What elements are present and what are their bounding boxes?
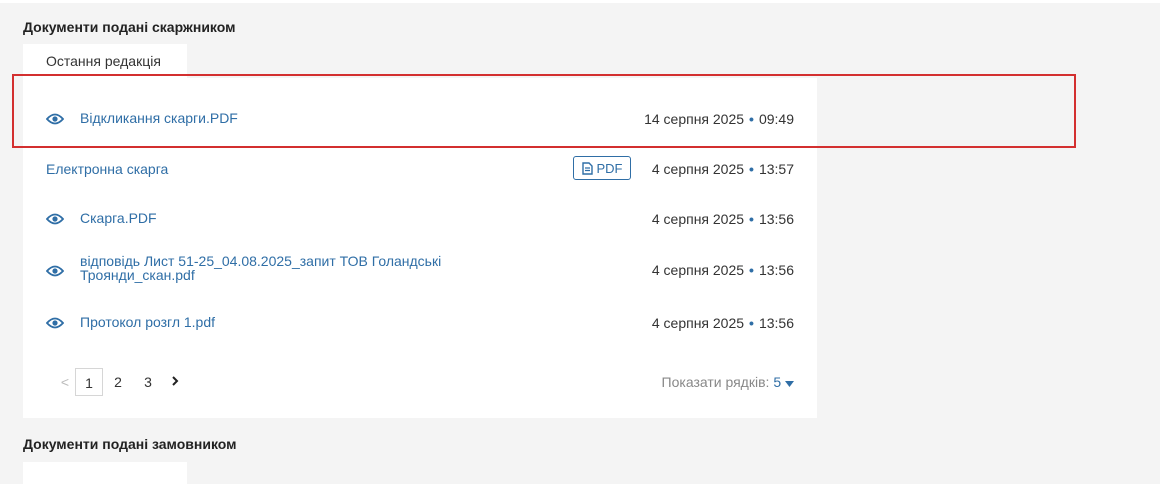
document-time: 13:56 [758,262,794,278]
separator-dot: • [749,262,754,278]
tab-latest-revision[interactable]: Остання редакція [23,44,187,78]
document-time: 13:56 [758,211,794,227]
file-icon [581,161,593,175]
pagination: < 1 2 3 [55,368,187,396]
chevron-right-icon[interactable] [163,374,187,390]
pdf-button-label: PDF [596,160,623,176]
section-title-customer: Документи подані замовником [23,436,237,452]
separator-dot: • [749,211,754,227]
list-item: Електронна скарга PDF 4 серпня 2025 • 13:5… [23,156,817,198]
eye-icon[interactable] [45,316,65,329]
caret-down-icon[interactable] [785,374,794,390]
list-item: Протокол розгл 1.pdf 4 серпня 2025 • 13:56 [23,304,817,344]
page-3-button[interactable]: 3 [133,374,163,390]
tab-customer-latest-revision[interactable] [23,462,187,484]
pdf-button[interactable]: PDF [573,156,631,180]
page-2-button[interactable]: 2 [103,374,133,390]
document-date: 4 серпня 2025 [651,211,745,227]
document-link[interactable]: відповідь Лист 51-25_04.08.2025_запит ТО… [80,254,460,282]
document-datetime: 4 серпня 2025 • 13:56 [652,315,794,331]
document-datetime: 4 серпня 2025 • 13:57 [652,161,794,177]
eye-icon[interactable] [45,264,65,277]
rows-per-page-select[interactable]: Показати рядків: 5 [662,374,794,390]
document-date: 4 серпня 2025 [651,161,745,177]
page-1-button[interactable]: 1 [75,368,103,396]
document-link[interactable]: Електронна скарга [46,161,168,177]
rows-per-page-value[interactable]: 5 [773,374,781,390]
section-title-complainant: Документи подані скаржником [23,19,236,35]
eye-icon[interactable] [45,212,65,225]
list-item: Скарга.PDF 4 серпня 2025 • 13:56 [23,198,817,238]
document-time: 13:57 [758,161,794,177]
rows-per-page-label: Показати рядків: [661,374,770,390]
separator-dot: • [749,161,754,177]
chevron-left-icon[interactable]: < [55,374,75,390]
separator-dot: • [749,315,754,331]
document-date: 4 серпня 2025 [651,262,745,278]
list-item: відповідь Лист 51-25_04.08.2025_запит ТО… [23,248,817,298]
document-time: 13:56 [758,315,794,331]
document-date: 4 серпня 2025 [651,315,745,331]
document-link[interactable]: Протокол розгл 1.pdf [80,314,215,330]
document-datetime: 4 серпня 2025 • 13:56 [652,262,794,278]
page: Документи подані скаржником Остання реда… [0,0,1170,484]
highlight-box [12,74,1076,148]
document-link[interactable]: Скарга.PDF [80,210,157,226]
document-datetime: 4 серпня 2025 • 13:56 [652,211,794,227]
